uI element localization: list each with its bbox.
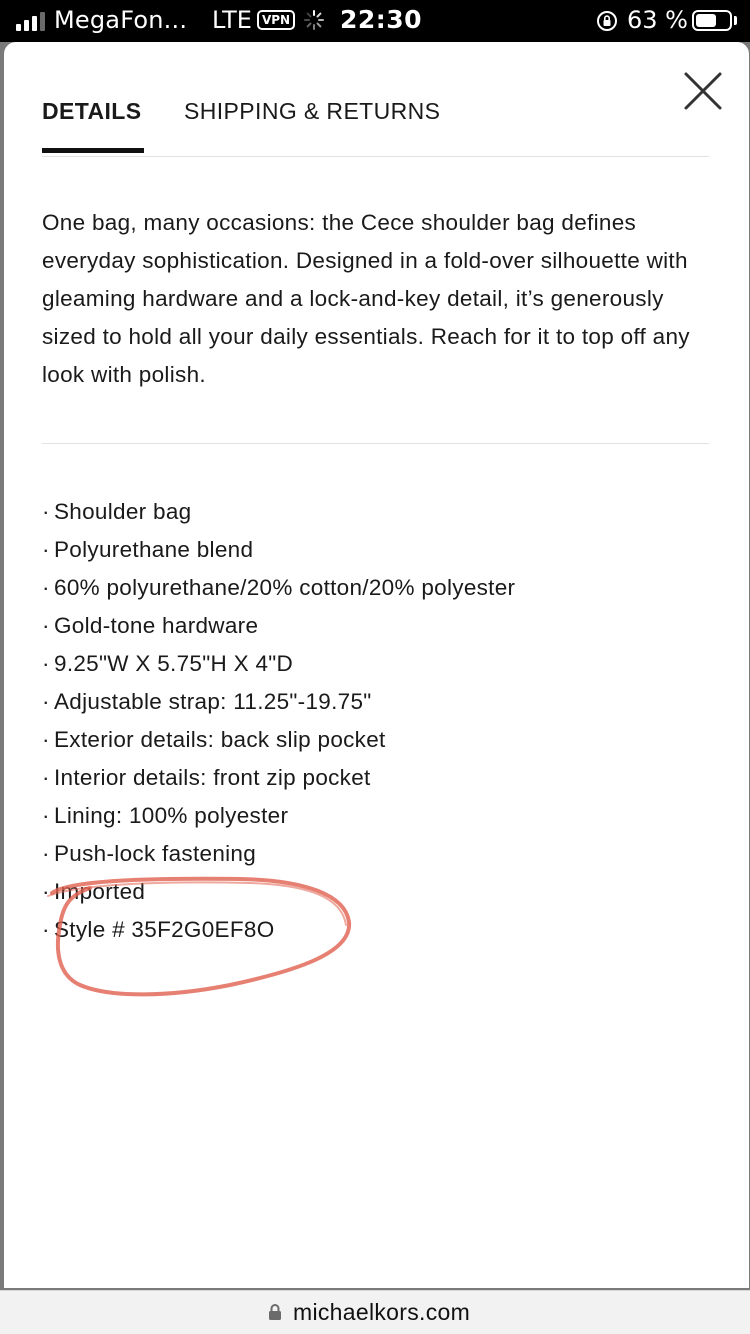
carrier-name: MegaFon... xyxy=(54,6,188,34)
battery-percentage: 63 % xyxy=(627,6,688,34)
product-details-modal: DETAILS SHIPPING & RETURNS One bag, many… xyxy=(4,42,749,1288)
list-item: · 60% polyurethane/20% cotton/20% polyest… xyxy=(42,569,714,607)
bullet: · xyxy=(42,575,50,600)
feature-text: 9.25"W X 5.75"H X 4"D xyxy=(54,651,294,676)
signal-strength-icon xyxy=(16,11,48,31)
clock: 22:30 xyxy=(340,5,423,34)
list-item-style-number: · Style # 35F2G0EF8O xyxy=(42,911,714,949)
bullet: · xyxy=(42,803,50,828)
bullet: · xyxy=(42,499,50,524)
list-item: · Push-lock fastening xyxy=(42,835,714,873)
list-item: · Lining: 100% polyester xyxy=(42,797,714,835)
feature-text: Exterior details: back slip pocket xyxy=(54,727,386,752)
bullet: · xyxy=(42,879,50,904)
list-item: · Polyurethane blend xyxy=(42,531,714,569)
tab-shipping-returns[interactable]: SHIPPING & RETURNS xyxy=(184,98,440,154)
feature-text: Interior details: front zip pocket xyxy=(54,765,371,790)
bullet: · xyxy=(42,537,50,562)
feature-text: Shoulder bag xyxy=(54,499,192,524)
divider xyxy=(42,156,709,157)
feature-text: Push-lock fastening xyxy=(54,841,257,866)
vpn-badge: VPN xyxy=(257,10,295,30)
feature-list: · Shoulder bag · Polyurethane blend · 60% p… xyxy=(42,493,714,949)
feature-text: Adjustable strap: 11.25"-19.75" xyxy=(54,689,372,714)
status-bar: MegaFon... LTE VPN 22:30 63 % xyxy=(0,0,750,42)
rotation-lock-icon xyxy=(597,11,617,31)
active-tab-indicator xyxy=(42,148,144,153)
list-item: · Interior details: front zip pocket xyxy=(42,759,714,797)
url-domain: michaelkors.com xyxy=(293,1299,471,1325)
list-item: · Gold-tone hardware xyxy=(42,607,714,645)
feature-text: Polyurethane blend xyxy=(54,537,254,562)
divider xyxy=(42,443,709,444)
list-item: · Shoulder bag xyxy=(42,493,714,531)
url-bar[interactable]: michaelkors.com xyxy=(0,1290,750,1334)
list-item: · Adjustable strap: 11.25"-19.75" xyxy=(42,683,714,721)
feature-text: 60% polyurethane/20% cotton/20% polyeste… xyxy=(54,575,516,600)
feature-text: Gold-tone hardware xyxy=(54,613,259,638)
battery-tip xyxy=(734,16,737,25)
bullet: · xyxy=(42,613,50,638)
bullet: · xyxy=(42,917,50,942)
bullet: · xyxy=(42,727,50,752)
bullet: · xyxy=(42,651,50,676)
battery-icon xyxy=(692,10,732,31)
bullet: · xyxy=(42,841,50,866)
network-type: LTE xyxy=(212,6,252,34)
lock-icon xyxy=(269,1304,281,1320)
tab-details[interactable]: DETAILS xyxy=(42,98,141,154)
list-item: · Exterior details: back slip pocket xyxy=(42,721,714,759)
loading-spinner-icon xyxy=(304,10,324,30)
feature-text: Imported xyxy=(54,879,146,904)
style-number-text: Style # 35F2G0EF8O xyxy=(54,917,275,942)
feature-text: Lining: 100% polyester xyxy=(54,803,289,828)
close-icon[interactable] xyxy=(682,70,724,112)
list-item: · Imported xyxy=(42,873,714,911)
product-description: One bag, many occasions: the Cece should… xyxy=(42,210,690,387)
battery-fill xyxy=(696,14,716,27)
bullet: · xyxy=(42,689,50,714)
bullet: · xyxy=(42,765,50,790)
list-item: · 9.25"W X 5.75"H X 4"D xyxy=(42,645,714,683)
